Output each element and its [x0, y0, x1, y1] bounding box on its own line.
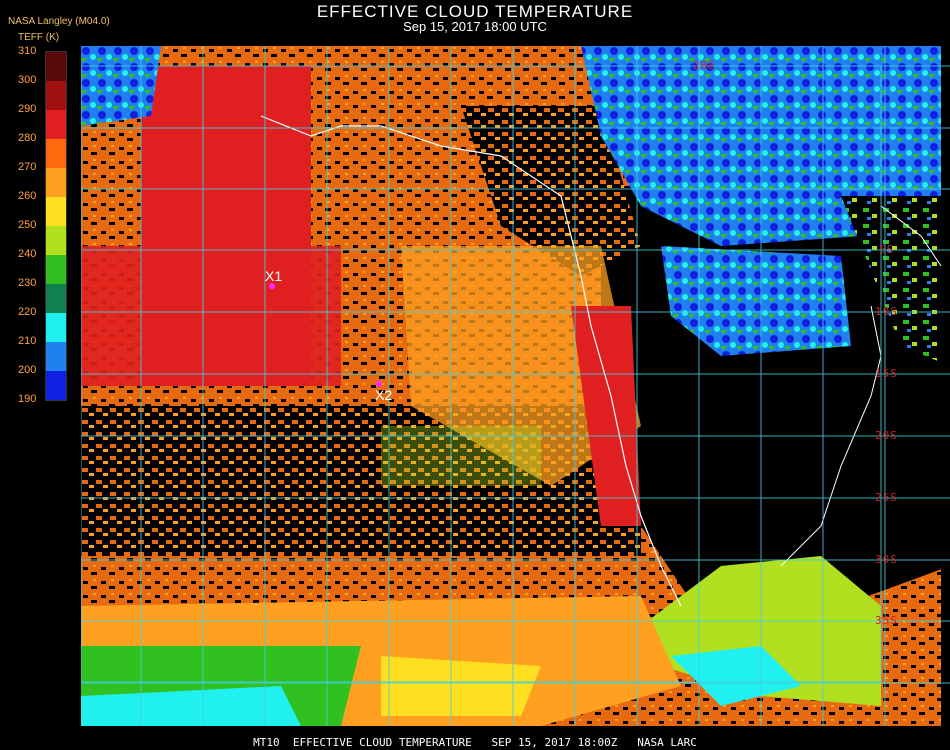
- legend-swatch: [46, 255, 66, 284]
- legend-tick-label: 270: [18, 161, 37, 173]
- lat-label-20s: 20S: [875, 429, 898, 442]
- legend-tick-label: 220: [18, 306, 37, 318]
- legend-tick-label: 240: [18, 248, 37, 260]
- map-imagery: [81, 46, 950, 726]
- org-label: NASA Langley (M04.0): [8, 16, 110, 27]
- legend-swatch: [46, 371, 66, 400]
- legend-swatch: [46, 139, 66, 168]
- legend-tick-label: 280: [18, 132, 37, 144]
- footer-caption: MT10 EFFECTIVE CLOUD TEMPERATURE SEP 15,…: [253, 736, 697, 749]
- legend-tick-label: 190: [18, 393, 37, 405]
- marker-x2-label[interactable]: X2: [375, 387, 392, 403]
- lat-label-15s: 15S: [875, 367, 898, 380]
- legend-tick-label: 250: [18, 219, 37, 231]
- lon-label-20e: 20E: [693, 59, 716, 72]
- lat-label-10s: 10S: [875, 305, 898, 318]
- legend-tick-label: 260: [18, 190, 37, 202]
- legend-swatch: [46, 226, 66, 255]
- legend-swatch: [46, 168, 66, 197]
- map-subtitle: Sep 15, 2017 18:00 UTC: [403, 19, 547, 34]
- legend-swatch: [46, 342, 66, 371]
- legend-swatch: [46, 81, 66, 110]
- legend-tick-label: 210: [18, 335, 37, 347]
- lat-label-25s: 25S: [875, 491, 898, 504]
- legend-swatch: [46, 52, 66, 81]
- legend-tick-label: 310: [18, 45, 37, 57]
- legend-swatch: [46, 284, 66, 313]
- lat-label-5s: 5S: [879, 243, 895, 256]
- lat-label-35s: 35S: [875, 614, 898, 627]
- marker-x1-label[interactable]: X1: [265, 268, 282, 284]
- legend-tick-label: 230: [18, 277, 37, 289]
- legend-swatch: [46, 110, 66, 139]
- lat-label-30s: 30S: [875, 553, 898, 566]
- satellite-map: 20E 5S 10S 15S 20S 25S 30S 35S X1 X2: [81, 46, 950, 726]
- legend-tick-label: 290: [18, 103, 37, 115]
- legend-tick-label: 200: [18, 364, 37, 376]
- unit-label: TEFF (K): [18, 32, 60, 43]
- color-legend-bar: [45, 51, 67, 401]
- legend-swatch: [46, 313, 66, 342]
- legend-swatch: [46, 197, 66, 226]
- legend-tick-label: 300: [18, 74, 37, 86]
